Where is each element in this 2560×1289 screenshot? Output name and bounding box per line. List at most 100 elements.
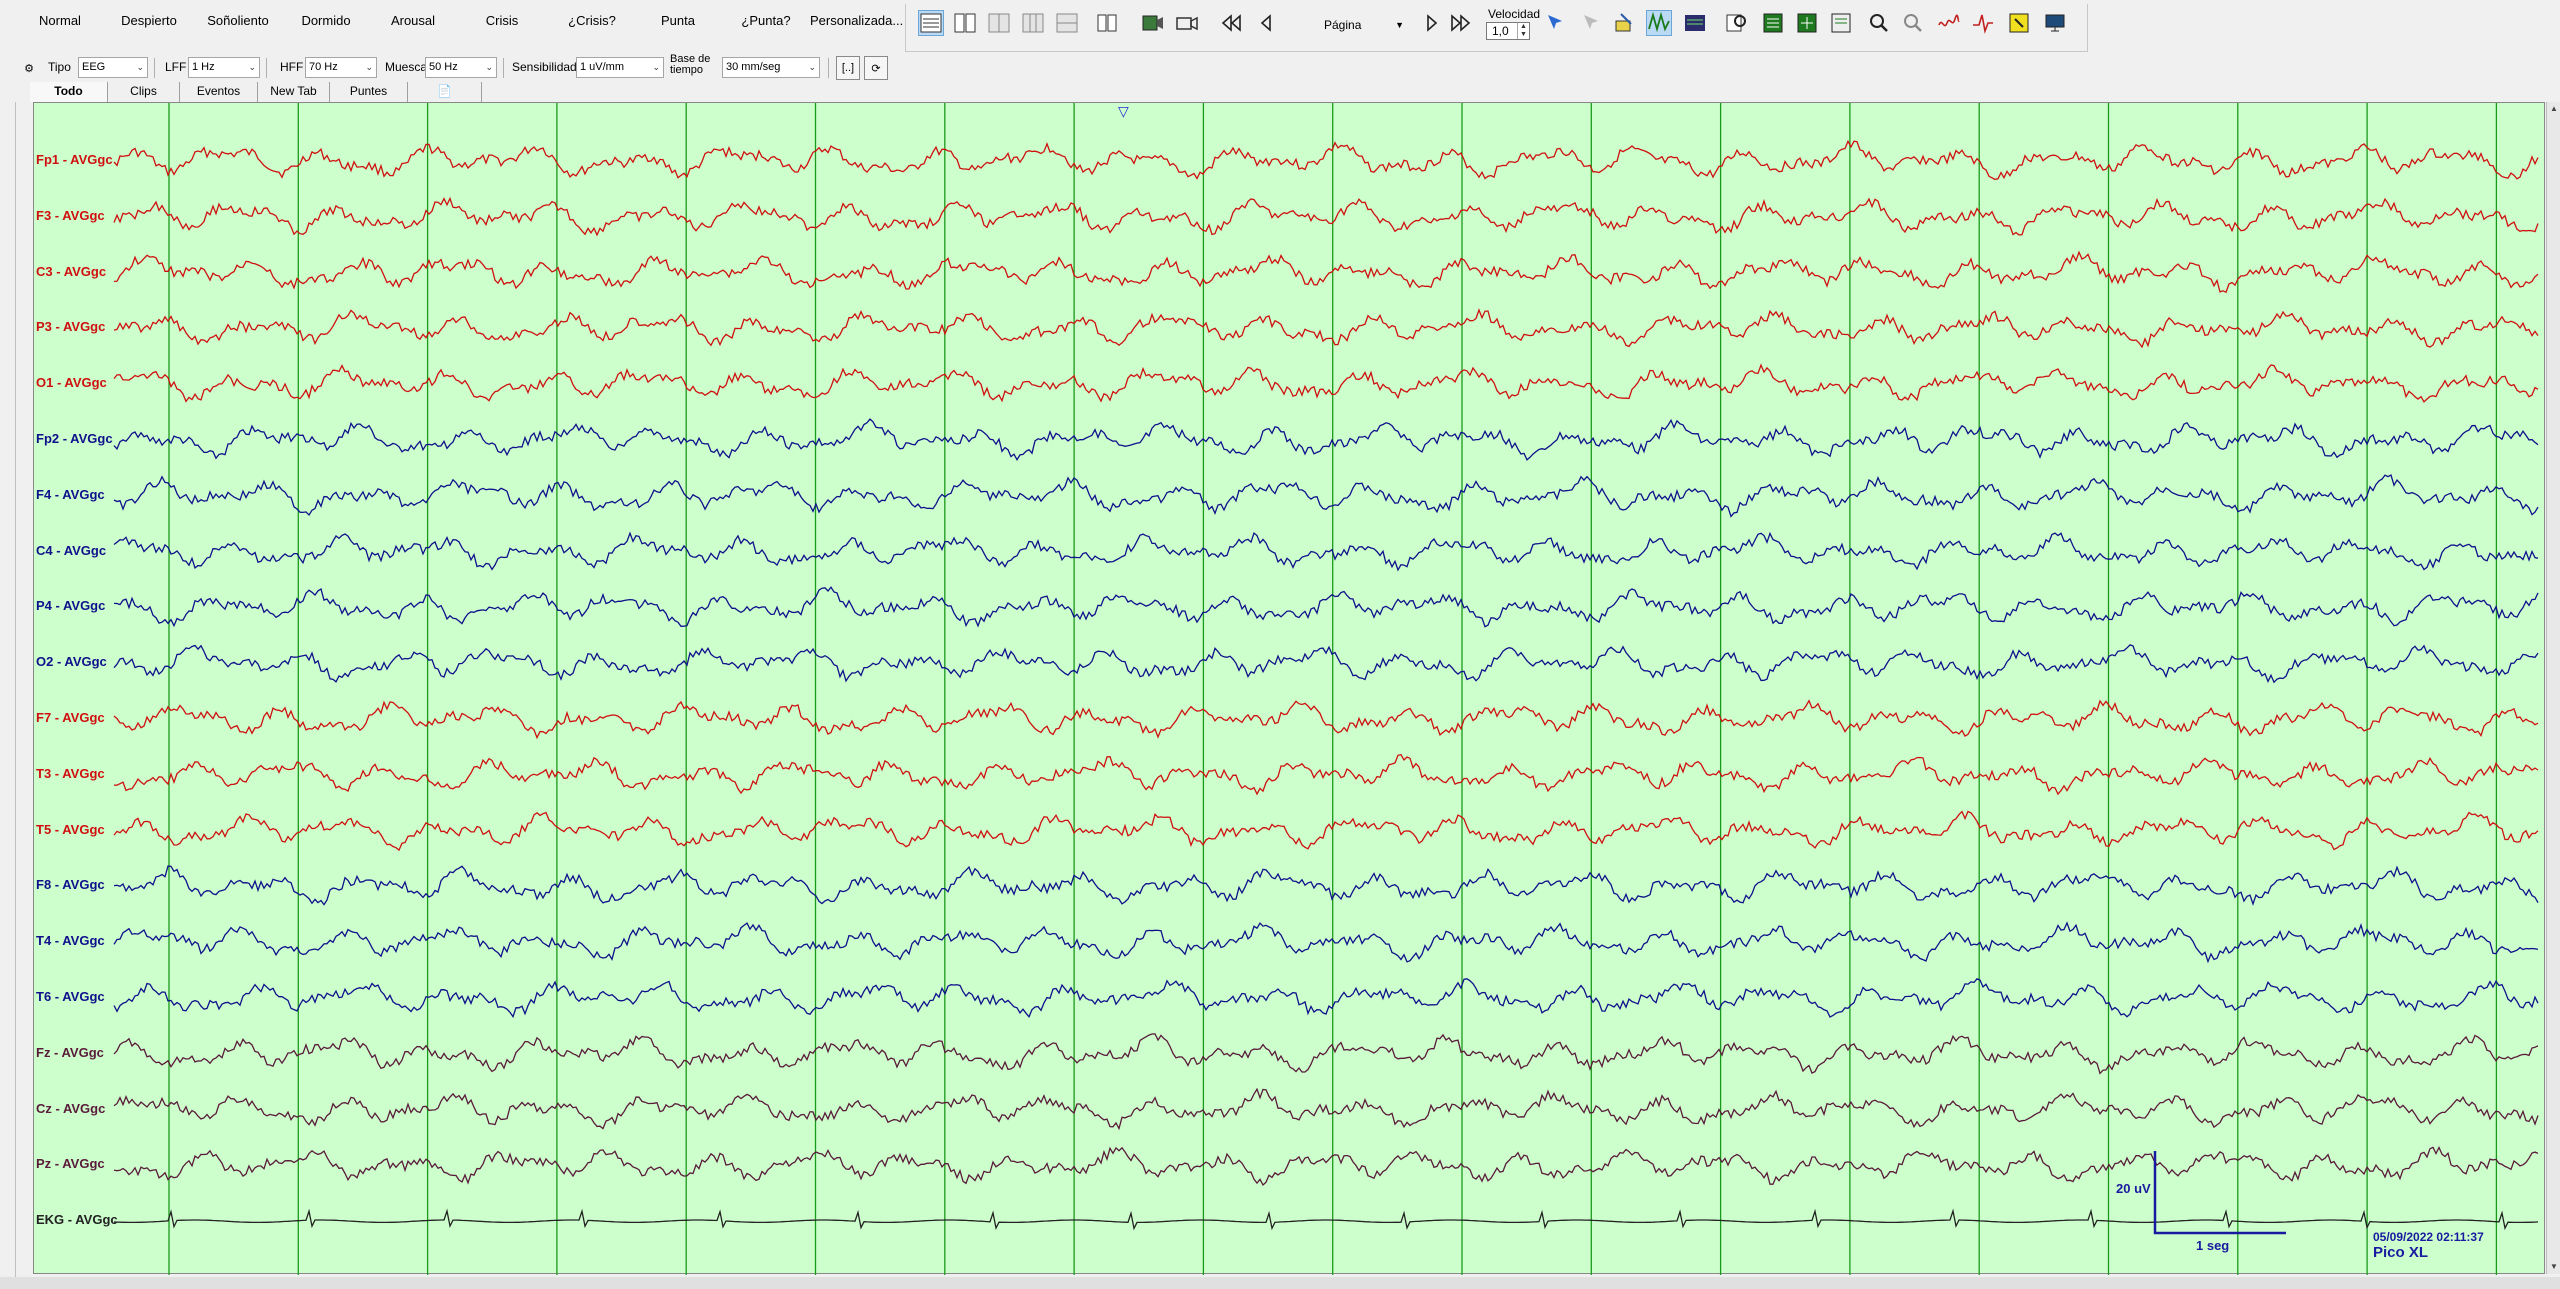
tab-new-tab[interactable]: New Tab [258,82,330,102]
refresh-icon[interactable]: ⟳ [864,56,888,80]
channel-label[interactable]: Fp1 - AVGgc [36,152,113,167]
state-crisis-button[interactable]: Crisis [480,10,524,32]
cursor-tool-disabled-icon[interactable] [1578,10,1604,36]
filter-bar: ⚙ Tipo EEG ⌄ LFF 1 Hz ⌄ HFF 70 Hz ⌄ Muesca … [0,52,2560,82]
state-crisis-question-button[interactable]: ¿Crisis? [566,10,618,32]
calibration-time: 1 seg [2196,1238,2230,1253]
spike-waveform-icon[interactable] [1970,10,1996,36]
channel-label[interactable]: Cz - AVGgc [36,1101,105,1116]
spike-detect-icon[interactable] [1646,10,1672,36]
previous-page-icon[interactable] [1254,10,1280,36]
scroll-down-icon[interactable]: ▼ [2547,1260,2560,1274]
display-settings-icon[interactable] [1682,10,1708,36]
vertical-scrollbar[interactable]: ▲ ▼ [2546,102,2560,1274]
channel-trace [113,418,2539,461]
channel-label[interactable]: Fz - AVGgc [36,1045,104,1060]
report-icon[interactable] [1760,10,1786,36]
export-icon[interactable] [1794,10,1820,36]
marker-icon[interactable] [2006,10,2032,36]
calibration-amplitude: 20 uV [2116,1181,2151,1196]
channel-label[interactable]: EKG - AVGgc [36,1212,118,1227]
channel-label[interactable]: Fp2 - AVGgc [36,431,113,446]
channel-label[interactable]: P4 - AVGgc [36,598,105,613]
channel-label[interactable]: C4 - AVGgc [36,543,106,558]
tab-eventos[interactable]: Eventos [180,82,258,102]
speed-input[interactable]: 1,0 ▲ ▼ [1486,22,1530,40]
channel-trace [113,308,2539,349]
channel-label[interactable]: P3 - AVGgc [36,319,105,334]
muesca-select[interactable]: 50 Hz ⌄ [425,57,497,78]
montage-view-4-icon[interactable] [1020,10,1046,36]
cursor-tool-icon[interactable] [1542,10,1568,36]
base-tiempo-select[interactable]: 30 mm/seg ⌄ [722,57,820,78]
montage-view-3-icon[interactable] [986,10,1012,36]
camera-icon[interactable] [1174,10,1200,36]
zoom-out-icon[interactable] [1900,10,1926,36]
left-margin [0,102,16,1279]
hff-select[interactable]: 70 Hz ⌄ [305,57,377,78]
recording-timestamp: 05/09/2022 02:11:37 [2373,1230,2484,1244]
channel-label[interactable]: C3 - AVGgc [36,264,106,279]
event-marker-icon[interactable]: ▽ [1118,103,1129,120]
tab-clips[interactable]: Clips [108,82,180,102]
add-tab-icon[interactable]: 📄 [408,82,482,102]
fast-forward-icon[interactable] [1448,10,1474,36]
speed-spinner[interactable]: ▲ ▼ [1517,23,1529,39]
montage-view-1-icon[interactable] [918,10,944,36]
tab-todo[interactable]: Todo [30,82,108,102]
channel-trace [113,474,2539,518]
next-page-icon[interactable] [1418,10,1444,36]
montage-view-5-icon[interactable] [1054,10,1080,36]
tipo-select[interactable]: EEG ⌄ [78,57,148,78]
tab-puntes[interactable]: Puntes [330,82,408,102]
annotate-icon[interactable] [1612,10,1638,36]
channel-label[interactable]: Pz - AVGgc [36,1156,105,1171]
print-icon[interactable] [1828,10,1854,36]
state-dormido-button[interactable]: Dormido [298,10,354,32]
video-settings-icon[interactable] [1140,10,1166,36]
page-mode-select[interactable]: Página ▼ [1300,14,1410,36]
channel-label[interactable]: O2 - AVGgc [36,654,107,669]
state-personalizada-button[interactable]: Personalizada... [810,10,903,32]
state-punta-button[interactable]: Punta [656,10,700,32]
state-despierto-button[interactable]: Despierto [118,10,180,32]
scroll-up-icon[interactable]: ▲ [2547,102,2560,116]
state-punta-question-button[interactable]: ¿Punta? [740,10,792,32]
channel-trace [113,363,2539,403]
monitor-icon[interactable] [2042,10,2068,36]
view-tabs: Todo Clips Eventos New Tab Puntes 📄 [0,82,2560,102]
bracket-tool-button[interactable]: [..] [836,56,860,80]
channel-label[interactable]: O1 - AVGgc [36,375,107,390]
channel-label[interactable]: F8 - AVGgc [36,877,105,892]
divider [266,58,267,78]
channel-label[interactable]: T4 - AVGgc [36,933,105,948]
channel-trace [113,1087,2539,1131]
channel-trace [113,139,2539,181]
channel-label[interactable]: T6 - AVGgc [36,989,105,1004]
tipo-label: Tipo [48,60,71,74]
channel-trace [113,699,2539,740]
montage-view-2-icon[interactable] [952,10,978,36]
search-events-icon[interactable] [1724,10,1750,36]
channel-trace [113,586,2539,628]
channel-trace [113,921,2539,964]
sensibilidad-select[interactable]: 1 uV/mm ⌄ [576,57,664,78]
recording-overview-strip[interactable] [0,1277,2560,1289]
channel-trace [113,531,2539,572]
state-normal-button[interactable]: Normal [30,10,90,32]
channel-label[interactable]: T5 - AVGgc [36,822,105,837]
state-arousal-button[interactable]: Arousal [388,10,438,32]
channel-label[interactable]: F7 - AVGgc [36,710,105,725]
channel-label[interactable]: T3 - AVGgc [36,766,105,781]
zoom-in-icon[interactable] [1866,10,1892,36]
settings-gear-icon[interactable]: ⚙ [18,56,40,80]
state-sonoliento-button[interactable]: Soñoliento [204,10,272,32]
base-tiempo-label: Base de tiempo [670,53,711,76]
rewind-icon[interactable] [1218,10,1244,36]
waveform-icon[interactable] [1936,10,1962,36]
channel-label[interactable]: F3 - AVGgc [36,208,105,223]
lff-select[interactable]: 1 Hz ⌄ [188,57,260,78]
eeg-trace-area[interactable]: ▽ Fp1 - AVGgc F3 - AVGgc C3 - AVGgc P3 - AV… [33,102,2545,1275]
montage-view-6-icon[interactable] [1094,10,1120,36]
channel-label[interactable]: F4 - AVGgc [36,487,105,502]
